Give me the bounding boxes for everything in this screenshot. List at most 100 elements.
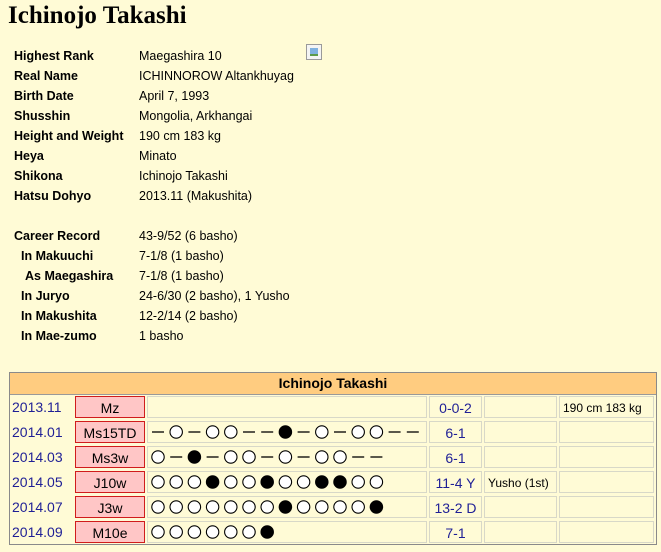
broken-image-icon [306, 44, 322, 60]
career-label: In Makushita [21, 309, 97, 323]
basho-results [147, 421, 427, 443]
result-marks [151, 500, 384, 514]
loss-mark [369, 500, 384, 514]
career-value: 24-6/30 (2 basho), 1 Yusho [139, 289, 290, 303]
win-mark [205, 500, 220, 514]
result-marks [151, 475, 384, 489]
basho-record-link[interactable]: 13-2 D [429, 496, 482, 518]
win-mark [315, 450, 329, 464]
win-mark [369, 475, 384, 489]
win-mark [151, 475, 165, 489]
info-value: Maegashira 10 [139, 49, 222, 63]
info-label: Shikona [14, 169, 63, 183]
basho-prize [484, 446, 557, 468]
career-label: In Makuuchi [21, 249, 94, 263]
career-label: As Maegashira [25, 269, 114, 283]
win-mark [224, 525, 238, 539]
result-marks [151, 450, 383, 464]
basho-results [147, 396, 427, 418]
info-value: 190 cm 183 kg [139, 129, 221, 143]
career-label: In Mae-zumo [21, 329, 97, 343]
basho-record-link[interactable]: 7-1 [429, 521, 482, 543]
info-label: Real Name [14, 69, 78, 83]
basho-prize [484, 396, 557, 418]
win-mark [187, 500, 202, 514]
basho-extra [559, 446, 654, 468]
basho-prize [484, 496, 557, 518]
page-title: Ichinojo Takashi [8, 2, 187, 29]
basho-record-link[interactable]: 0-0-2 [429, 396, 482, 418]
basho-prize: Yusho (1st) [484, 471, 557, 493]
basho-row: 2013.11 Mz 0-0-2 190 cm 183 kg [10, 395, 656, 420]
basho-date-link[interactable]: 2014.01 [12, 421, 74, 443]
info-label: Heya [14, 149, 44, 163]
win-mark [224, 450, 238, 464]
basho-extra [559, 471, 654, 493]
basho-date-link[interactable]: 2013.11 [12, 396, 74, 418]
win-mark [369, 425, 384, 439]
win-mark [169, 525, 183, 539]
basho-rank: J10w [75, 471, 145, 493]
basho-record-link[interactable]: 11-4 Y [429, 471, 482, 493]
basho-row: 2014.09 M10e 7-1 [10, 520, 656, 545]
loss-mark [205, 475, 220, 489]
win-mark [151, 500, 165, 514]
basho-date-link[interactable]: 2014.09 [12, 521, 74, 543]
info-value: 2013.11 (Makushita) [139, 189, 253, 203]
info-value: April 7, 1993 [139, 89, 210, 103]
result-marks [152, 425, 419, 439]
basho-results [147, 471, 427, 493]
basho-extra: 190 cm 183 kg [559, 396, 654, 418]
win-mark [242, 525, 256, 539]
basho-extra [559, 521, 654, 543]
win-mark [169, 500, 183, 514]
win-mark [278, 450, 293, 464]
info-label: Highest Rank [14, 49, 94, 63]
basho-row: 2014.03 Ms3w 6-1 [10, 445, 656, 470]
basho-date-link[interactable]: 2014.05 [12, 471, 74, 493]
basho-row: 2014.01 Ms15TD 6-1 [10, 420, 656, 445]
win-mark [169, 475, 183, 489]
career-value: 12-2/14 (2 basho) [139, 309, 238, 323]
career-value: 7-1/8 (1 basho) [139, 269, 224, 283]
win-mark [151, 525, 165, 539]
basho-table-title: Ichinojo Takashi [10, 373, 656, 395]
win-mark [315, 425, 329, 439]
win-mark [242, 475, 256, 489]
basho-record-link[interactable]: 6-1 [429, 446, 482, 468]
info-value: ICHINNOROW Altankhuyag [139, 69, 294, 83]
info-value: Ichinojo Takashi [139, 169, 228, 183]
info-label: Birth Date [14, 89, 74, 103]
career-label: Career Record [14, 229, 101, 243]
win-mark [296, 500, 311, 514]
basho-rank: M10e [75, 521, 145, 543]
win-mark [278, 475, 293, 489]
win-mark [151, 450, 165, 464]
info-label: Hatsu Dohyo [14, 189, 92, 203]
basho-date-link[interactable]: 2014.07 [12, 496, 74, 518]
basho-results [147, 446, 427, 468]
info-label: Shusshin [14, 109, 71, 123]
loss-mark [260, 475, 274, 489]
info-value: Minato [139, 149, 177, 163]
win-mark [351, 500, 365, 514]
loss-mark [260, 525, 274, 539]
basho-record-link[interactable]: 6-1 [429, 421, 482, 443]
win-mark [224, 500, 238, 514]
win-mark [260, 500, 274, 514]
win-mark [169, 425, 183, 439]
win-mark [333, 500, 347, 514]
loss-mark [278, 500, 293, 514]
career-value: 43-9/52 (6 basho) [139, 229, 238, 243]
basho-rank: Mz [75, 396, 145, 418]
basho-table: Ichinojo Takashi 2013.11 Mz 0-0-2 190 cm 18… [9, 372, 657, 545]
basho-rank: Ms15TD [75, 421, 145, 443]
basho-date-link[interactable]: 2014.03 [12, 446, 74, 468]
win-mark [333, 450, 347, 464]
win-mark [205, 425, 220, 439]
result-marks [151, 397, 427, 417]
win-mark [242, 500, 256, 514]
win-mark [187, 475, 202, 489]
basho-results [147, 496, 427, 518]
win-mark [351, 425, 365, 439]
